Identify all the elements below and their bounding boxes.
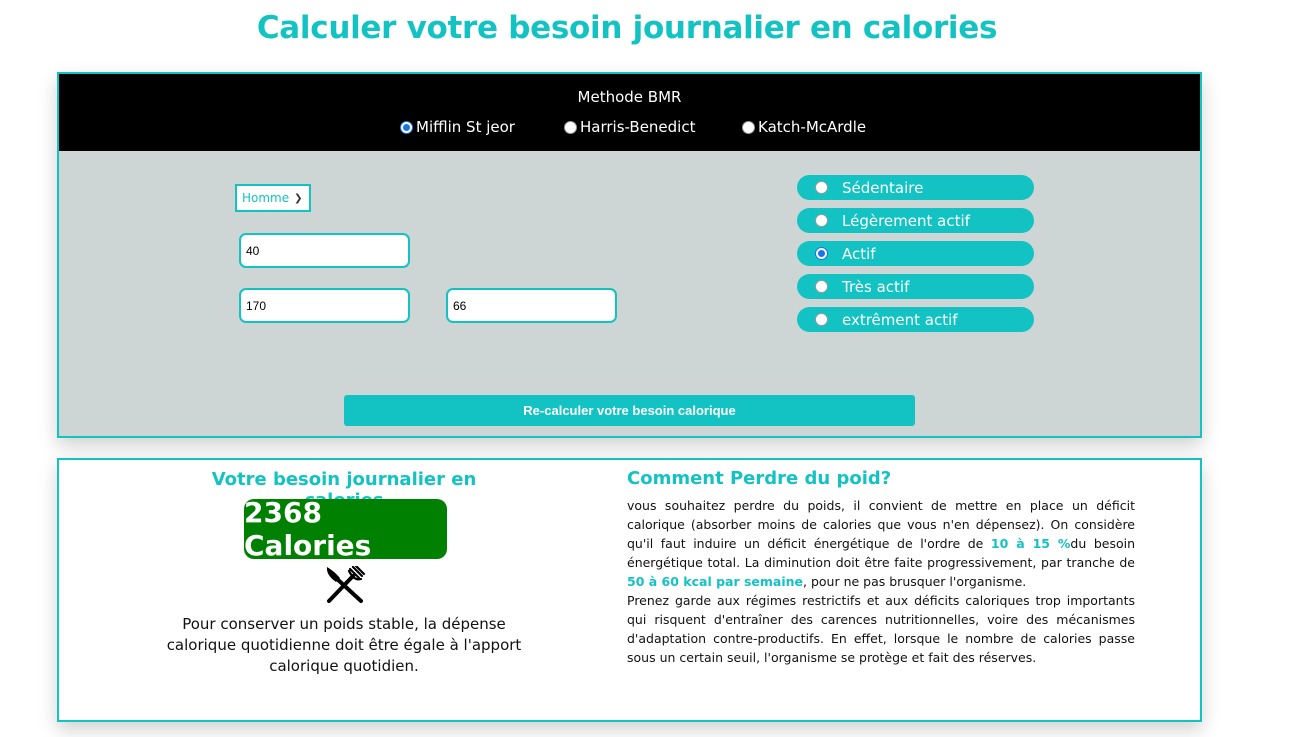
sex-select[interactable]: Homme ❯ — [235, 184, 311, 212]
activity-label: Actif — [842, 244, 876, 263]
stable-weight-text: Pour conserver un poids stable, la dépen… — [166, 615, 522, 675]
activity-label: extrêment actif — [842, 310, 958, 329]
lose-weight-title: Comment Perdre du poid? — [627, 468, 892, 489]
bmr-option-label: Mifflin St jeor — [416, 118, 515, 136]
activity-option-extremement-actif[interactable]: extrêment actif — [797, 307, 1034, 332]
kcal-per-week-highlight: 50 à 60 kcal par semaine — [627, 574, 804, 589]
activity-option-tres-actif[interactable]: Très actif — [797, 274, 1034, 299]
radio-icon[interactable] — [815, 280, 828, 293]
activity-option-sedentaire[interactable]: Sédentaire — [797, 175, 1034, 200]
page-title: Calculer votre besoin journalier en calo… — [256, 10, 998, 46]
bmr-option-label: Harris-Benedict — [580, 118, 696, 136]
radio-checked-icon[interactable] — [815, 247, 828, 260]
lose-weight-text: vous souhaitez perdre du poids, il convi… — [627, 496, 1135, 667]
bmr-method-header: Methode BMR Mifflin St jeor Harris-Bened… — [59, 74, 1200, 151]
activity-option-legerement-actif[interactable]: Légèrement actif — [797, 208, 1034, 233]
radio-icon[interactable] — [815, 313, 828, 326]
age-input[interactable]: 40 — [239, 233, 410, 268]
sex-select-value: Homme — [242, 191, 290, 205]
bmr-option-harris[interactable]: Harris-Benedict — [564, 118, 695, 136]
bmr-method-label: Methode BMR — [577, 88, 682, 106]
radio-checked-icon[interactable] — [400, 120, 413, 134]
height-input[interactable]: 170 — [239, 288, 410, 323]
deficit-percentage-highlight: 10 à 15 % — [990, 536, 1071, 551]
radio-icon[interactable] — [564, 120, 577, 134]
chevron-down-icon: ❯ — [294, 192, 303, 204]
bmr-option-katch[interactable]: Katch-McArdle — [742, 118, 866, 136]
radio-icon[interactable] — [815, 214, 828, 227]
lose-text-paragraph-2: Prenez garde aux régimes restrictifs et … — [627, 593, 1135, 665]
weight-input[interactable]: 66 — [446, 288, 617, 323]
calculator-card: Methode BMR Mifflin St jeor Harris-Bened… — [57, 72, 1202, 438]
radio-icon[interactable] — [815, 181, 828, 194]
lose-text-segment: , pour ne pas brusquer l'organisme. — [803, 574, 1027, 589]
calorie-result-badge: 2368 Calories — [244, 496, 447, 562]
radio-icon[interactable] — [742, 120, 755, 134]
cutlery-icon — [326, 566, 366, 603]
activity-label: Sédentaire — [842, 178, 924, 197]
activity-label: Très actif — [842, 277, 910, 296]
activity-option-actif[interactable]: Actif — [797, 241, 1034, 266]
recalculate-button[interactable]: Re-calculer votre besoin calorique — [344, 395, 915, 426]
bmr-option-mifflin[interactable]: Mifflin St jeor — [400, 118, 515, 136]
bmr-option-label: Katch-McArdle — [758, 118, 867, 136]
result-card: Votre besoin journalier en calories 2368… — [57, 458, 1202, 722]
activity-label: Légèrement actif — [842, 211, 970, 230]
